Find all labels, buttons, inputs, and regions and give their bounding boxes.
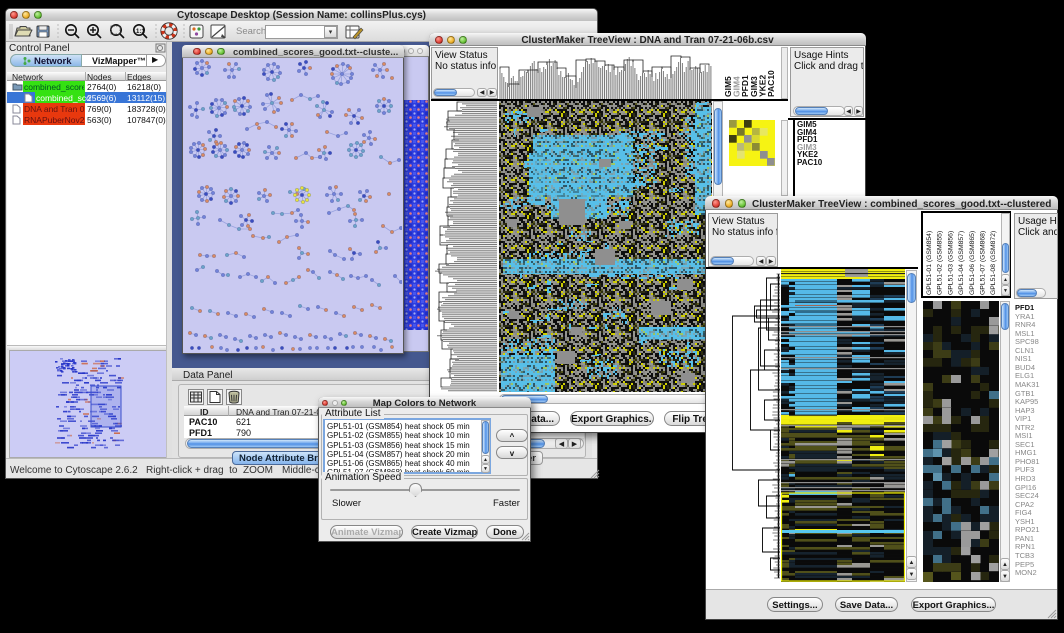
svg-text:GPL51-02 (GSM855): GPL51-02 (GSM855) [937,231,944,295]
svg-text:GPL51-04 (GSM857): GPL51-04 (GSM857) [958,231,965,295]
svg-text:GPL51-01 (GSM854): GPL51-01 (GSM854) [926,231,933,295]
svg-text:GPL51-07 (GSM868): GPL51-07 (GSM868) [980,231,987,295]
svg-text:GPL51-03 (GSM856): GPL51-03 (GSM856) [947,231,954,295]
svg-text:Search:: Search: [236,26,269,37]
svg-text:GPL51-08 (GSM872): GPL51-08 (GSM872) [990,231,997,295]
svg-text:1:1: 1:1 [136,29,145,35]
svg-text:GPL51-06 (GSM865): GPL51-06 (GSM865) [969,231,976,295]
svg-text:PAC10: PAC10 [766,70,776,97]
